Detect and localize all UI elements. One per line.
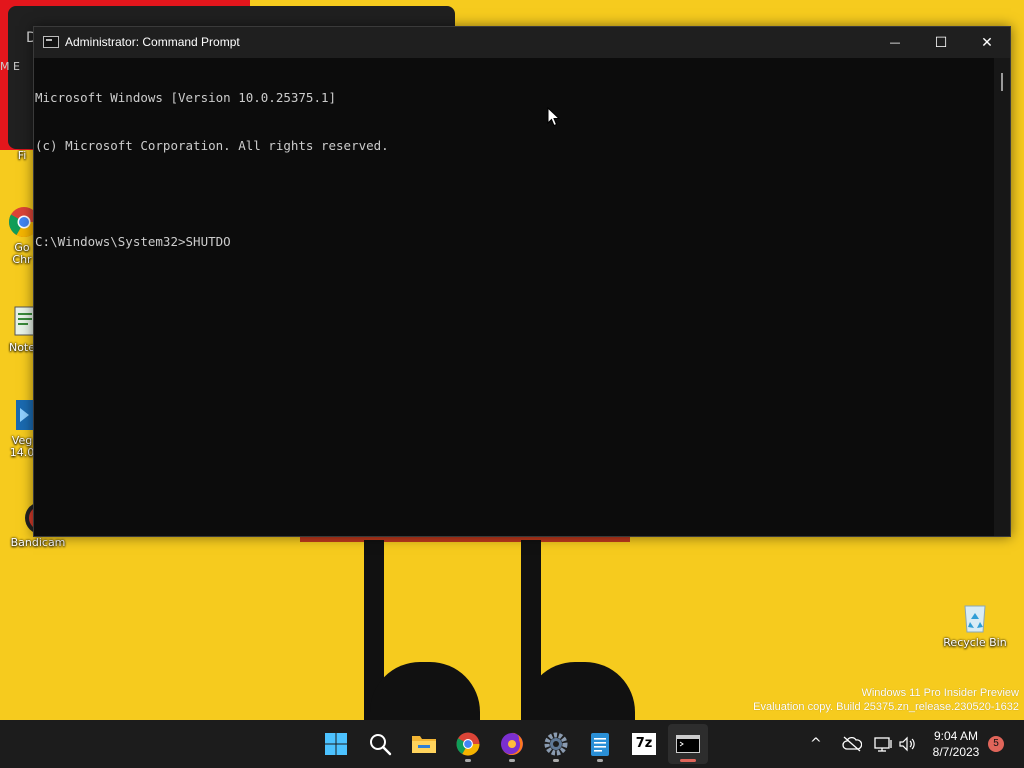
desktop-icon-label: Go Chr: [12, 241, 32, 266]
search-icon: [370, 734, 392, 756]
start-button[interactable]: [316, 724, 356, 764]
maximize-button[interactable]: ☐: [918, 27, 964, 58]
close-icon: ✕: [981, 34, 993, 51]
desktop-icon-recycle-bin[interactable]: Recycle Bin: [942, 600, 1008, 649]
watermark-edition: Windows 11 Pro Insider Preview: [861, 687, 1019, 699]
desktop-icon-label: Veg 14.0: [9, 434, 35, 459]
taskbar-notepad[interactable]: [580, 724, 620, 764]
taskbar-clock[interactable]: 9:04 AM 8/7/2023: [920, 728, 992, 760]
active-indicator: [680, 759, 696, 762]
console-output[interactable]: Microsoft Windows [Version 10.0.25375.1]…: [34, 58, 994, 536]
recycle-bin-icon: [964, 605, 986, 633]
desktop: D M E Fi Go Chr Note Veg 14.0 Bandicam R…: [0, 0, 1024, 768]
wallpaper-foot-shape: [525, 662, 635, 722]
tray-volume[interactable]: [898, 720, 918, 768]
windows-watermark: Windows 11 Pro Insider Preview Evaluatio…: [753, 686, 1019, 714]
running-indicator: [509, 759, 515, 762]
running-indicator: [465, 759, 471, 762]
taskbar-file-explorer[interactable]: [404, 724, 444, 764]
7zip-icon: 7z: [632, 733, 656, 755]
notification-badge[interactable]: 5: [988, 736, 1004, 752]
maximize-icon: ☐: [934, 34, 948, 51]
taskbar-settings[interactable]: [536, 724, 576, 764]
tray-overflow-button[interactable]: ^: [810, 720, 822, 768]
running-indicator: [597, 759, 603, 762]
window-title: Administrator: Command Prompt: [65, 35, 240, 49]
taskbar-7zip[interactable]: 7z: [624, 724, 664, 764]
wallpaper-foot-shape: [370, 662, 480, 722]
notepad-icon: [591, 733, 609, 756]
chevron-up-icon: ^: [810, 736, 822, 752]
network-icon: [874, 737, 892, 752]
vertical-scrollbar[interactable]: [994, 58, 1010, 536]
command-prompt-window[interactable]: Administrator: Command Prompt — ☐ ✕ Micr…: [33, 26, 1011, 537]
settings-icon: [544, 732, 568, 756]
file-explorer-icon: [412, 736, 436, 753]
clock-date: 8/7/2023: [932, 745, 980, 759]
title-bar[interactable]: Administrator: Command Prompt — ☐ ✕: [34, 27, 1010, 58]
desktop-icon-label: Fi: [17, 149, 27, 162]
desktop-icon-label: Bandicam: [10, 536, 66, 549]
taskbar-chrome[interactable]: [448, 724, 488, 764]
scrollbar-thumb[interactable]: [1001, 73, 1003, 91]
start-icon: [325, 733, 347, 755]
chrome-icon: [456, 732, 480, 756]
clock-time: 9:04 AM: [933, 729, 979, 743]
console-line: (c) Microsoft Corporation. All rights re…: [35, 138, 389, 153]
close-button[interactable]: ✕: [964, 27, 1010, 58]
running-indicator: [553, 759, 559, 762]
tray-network[interactable]: [874, 720, 894, 768]
minimize-button[interactable]: —: [872, 27, 918, 58]
tray-onedrive[interactable]: [842, 720, 862, 768]
mouse-cursor-icon: [547, 107, 561, 127]
taskbar: 7z ^ 9:04 AM 8/7/2023: [0, 720, 1024, 768]
cloud-offline-icon: [842, 736, 862, 752]
firefox-icon: [501, 732, 523, 755]
terminal-icon: [676, 735, 700, 753]
taskbar-terminal[interactable]: [668, 724, 708, 764]
search-button[interactable]: [360, 724, 400, 764]
desktop-icon-label: Recycle Bin: [943, 636, 1007, 649]
console-prompt-line: C:\Windows\System32>SHUTDO: [35, 234, 231, 249]
minimize-icon: —: [889, 36, 901, 49]
taskbar-firefox[interactable]: [492, 724, 532, 764]
watermark-build: Evaluation copy. Build 25375.zn_release.…: [753, 701, 1019, 713]
volume-icon: [899, 736, 915, 752]
desktop-icon-label: Note: [8, 341, 36, 354]
background-window-subtitle: M E: [0, 60, 20, 73]
cmd-app-icon: [43, 36, 59, 48]
console-line: Microsoft Windows [Version 10.0.25375.1]: [35, 90, 337, 105]
